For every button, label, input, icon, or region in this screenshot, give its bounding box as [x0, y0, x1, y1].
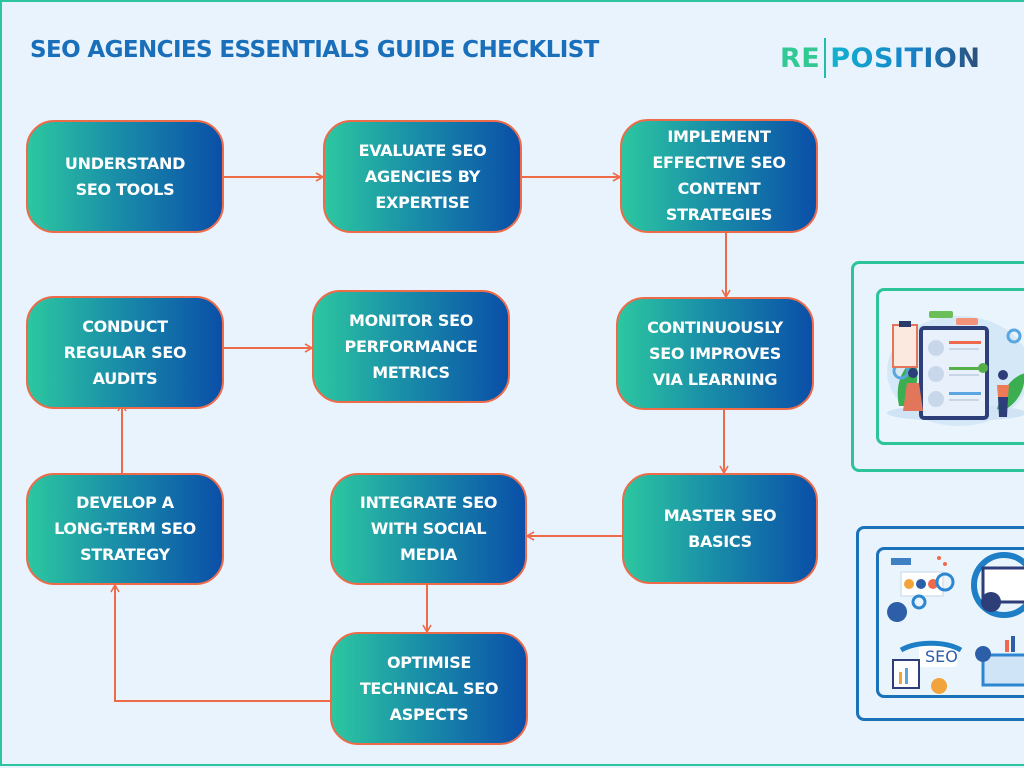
node-label-line: EXPERTISE — [375, 192, 470, 212]
node-optimise: OPTIMISE TECHNICAL SEO ASPECTS — [330, 632, 528, 745]
node-label: INTEGRATE SEO WITH SOCIAL MEDIA — [359, 490, 498, 568]
node-integrate: INTEGRATE SEO WITH SOCIAL MEDIA — [330, 473, 527, 585]
node-label-line: MEDIA — [400, 545, 457, 564]
node-label: EVALUATE SEO AGENCIES BY EXPERTISE — [359, 138, 487, 216]
checklist-board-icon — [887, 311, 1024, 426]
node-label-line: REGULAR SEO — [63, 342, 187, 362]
node-label-line: OPTIMISE — [386, 652, 472, 672]
node-label: CONTINUOUSLY SEO IMPROVES VIA LEARNING — [647, 315, 783, 393]
node-label: CONDUCT REGULAR SEO AUDITS — [64, 314, 187, 392]
node-monitor: MONITOR SEO PERFORMANCE METRICS — [312, 290, 510, 403]
node-label: UNDERSTAND SEO TOOLS — [65, 151, 185, 203]
node-label-line: STRATEGIES — [665, 205, 773, 224]
node-label-line: BASICS — [688, 531, 752, 551]
node-label-line: MONITOR SEO — [348, 310, 474, 330]
node-label-line: ASPECTS — [389, 704, 469, 724]
node-label-line: AUDITS — [92, 368, 158, 388]
node-develop: DEVELOP A LONG-TERM SEO STRATEGY — [26, 473, 224, 585]
node-label-line: IMPLEMENT — [667, 127, 771, 146]
seo-analytics-illustration: SEO — [876, 547, 1024, 698]
node-implement: IMPLEMENT EFFECTIVE SEO CONTENT STRATEGIES — [620, 119, 818, 233]
node-label-line: PERFORMANCE — [344, 336, 478, 356]
seo-text: SEO — [925, 647, 958, 666]
node-label-line: CONTINUOUSLY — [647, 317, 783, 337]
node-label-line: WITH SOCIAL — [370, 519, 487, 538]
node-continuously: CONTINUOUSLY SEO IMPROVES VIA LEARNING — [616, 297, 814, 410]
node-label-line: AGENCIES BY — [364, 166, 481, 186]
node-label: MONITOR SEO PERFORMANCE METRICS — [345, 308, 478, 386]
seo-analytics-icon: SEO — [887, 552, 1024, 694]
node-label-line: SEO IMPROVES — [649, 343, 781, 363]
node-understand: UNDERSTAND SEO TOOLS — [26, 120, 224, 233]
team-review-illustration — [876, 288, 1024, 445]
node-label-line: DEVELOP A — [76, 493, 174, 512]
node-label-line: METRICS — [372, 362, 450, 382]
node-label-line: EVALUATE SEO — [358, 140, 487, 160]
node-master: MASTER SEO BASICS — [622, 473, 818, 584]
node-label: MASTER SEO BASICS — [664, 503, 777, 555]
node-label-line: STRATEGY — [80, 545, 170, 564]
node-label-line: CONDUCT — [82, 316, 168, 336]
node-label-line: CONTENT — [677, 179, 761, 198]
node-label-line: TECHNICAL SEO — [359, 678, 499, 698]
node-label-line: MASTER SEO — [663, 505, 777, 525]
node-label-line: LONG-TERM SEO — [54, 519, 196, 538]
node-label: DEVELOP A LONG-TERM SEO STRATEGY — [54, 490, 196, 568]
node-label-line: EFFECTIVE SEO — [652, 153, 786, 172]
node-conduct: CONDUCT REGULAR SEO AUDITS — [26, 296, 224, 409]
arrow-optimise-to-develop — [110, 583, 330, 702]
node-evaluate: EVALUATE SEO AGENCIES BY EXPERTISE — [323, 120, 522, 233]
node-label-line: INTEGRATE SEO — [359, 493, 498, 512]
node-label-line: VIA LEARNING — [652, 369, 778, 389]
node-label-line: SEO TOOLS — [75, 179, 175, 199]
node-label: IMPLEMENT EFFECTIVE SEO CONTENT STRATEGIES — [652, 124, 786, 228]
node-label: OPTIMISE TECHNICAL SEO ASPECTS — [359, 650, 499, 728]
node-label-line: UNDERSTAND — [64, 153, 186, 173]
